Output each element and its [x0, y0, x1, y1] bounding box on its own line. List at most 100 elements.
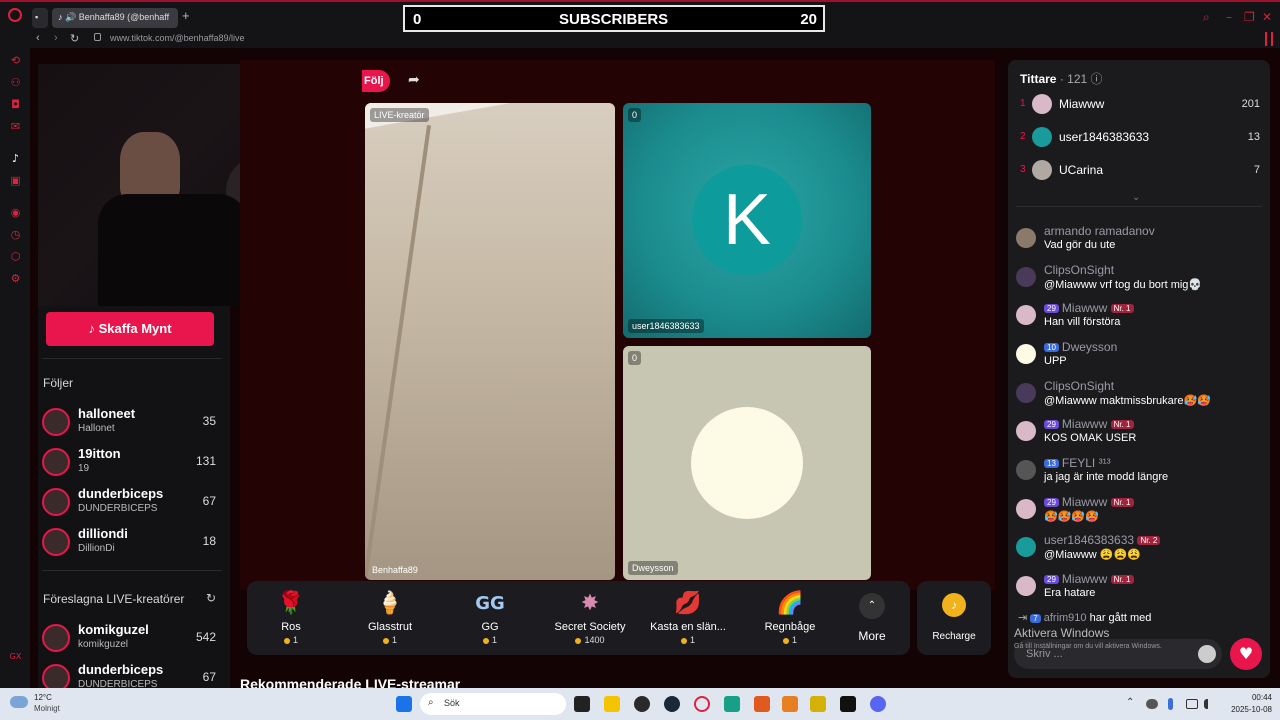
player-icon[interactable]: ◉ [9, 206, 22, 219]
lips-icon: 💋 [674, 591, 702, 616]
viewer-row[interactable]: 2 user1846383633 13 [1020, 127, 1260, 149]
more-gifts-button[interactable]: ⌃ More [847, 589, 897, 643]
tab-previous[interactable]: ▪ [32, 8, 48, 28]
app-icon[interactable] [840, 696, 856, 712]
following-item[interactable]: dilliondi DillionDi 18 [42, 526, 220, 562]
app-icon[interactable] [782, 696, 798, 712]
taskbar-clock[interactable]: 00:44 2025-10-08 [1226, 693, 1272, 714]
chat-input[interactable]: Skriv ... [1014, 639, 1222, 669]
gmail-icon[interactable]: ✉ [9, 120, 22, 133]
gift-item[interactable]: 🌹 Ros 1 [246, 589, 336, 645]
windows-start-icon[interactable] [396, 696, 412, 712]
volume-icon[interactable] [1204, 699, 1216, 709]
avatar [42, 624, 70, 652]
mic-icon[interactable] [1168, 698, 1173, 710]
counter-left: 0 [413, 11, 422, 28]
gift-item[interactable]: GG GG 1 [445, 589, 535, 645]
help-icon[interactable]: ⓘ [1091, 72, 1103, 86]
avatar [1016, 460, 1036, 480]
app-icon[interactable] [724, 696, 740, 712]
file-explorer-icon[interactable] [604, 696, 620, 712]
extensions-icon[interactable]: ⬡ [9, 250, 22, 263]
avatar [1016, 537, 1036, 557]
weather-widget[interactable]: 12°C Molnigt [10, 692, 90, 716]
expand-viewers-icon[interactable]: ⌄ [1132, 192, 1140, 203]
taskbar-search[interactable]: ⌕ Sök [420, 693, 566, 715]
lock-icon [94, 33, 101, 41]
messenger-icon[interactable]: ◘ [9, 98, 22, 111]
avatar [1032, 127, 1052, 147]
discord-icon[interactable] [870, 696, 886, 712]
guest-name: user1846383633 [628, 319, 704, 333]
share-icon[interactable]: ➦ [408, 72, 420, 88]
emoji-icon[interactable] [1198, 645, 1216, 663]
following-item[interactable]: 19itton 19 131 [42, 446, 220, 482]
gift-item[interactable]: ✸ Secret Society 1400 [545, 589, 635, 645]
follow-button[interactable]: Följ [362, 70, 390, 92]
new-tab-button[interactable]: + [182, 8, 190, 23]
viewer-row[interactable]: 3 UCarina 7 [1020, 160, 1260, 182]
network-icon[interactable] [1186, 699, 1198, 709]
opera-logo-icon[interactable] [8, 8, 22, 22]
following-item[interactable]: dunderbiceps DUNDERBICEPS 67 [42, 486, 220, 522]
chat-panel: Tittare · 121 ⓘ 1 Miawww 201 2 user18463836… [1008, 60, 1270, 678]
address-bar[interactable]: www.tiktok.com/@benhaffa89/live [110, 33, 245, 43]
gift-bar: 🌹 Ros 1 🍦 Glasstrut 1 GG GG 1 ✸ Secret Society 1… [247, 581, 910, 655]
sidebar-toggle-icon[interactable] [1265, 32, 1273, 46]
search-icon[interactable]: ⌕ [1203, 10, 1210, 25]
minimize-icon[interactable]: – [1226, 10, 1232, 24]
gift-item[interactable]: 🌈 Regnbåge 1 [745, 589, 835, 645]
close-icon[interactable]: ✕ [1262, 10, 1272, 24]
back-icon[interactable]: ‹ [36, 32, 40, 44]
clock-icon[interactable]: ◷ [9, 228, 22, 241]
steam-icon[interactable] [664, 696, 680, 712]
gift-item[interactable]: 🍦 Glasstrut 1 [345, 589, 435, 645]
guest-tile-1[interactable]: 0 K user1846383633 [623, 103, 871, 338]
avatar [1016, 499, 1036, 519]
following-item[interactable]: halloneet Hallonet 35 [42, 406, 220, 442]
app-icon[interactable] [754, 696, 770, 712]
get-coins-button[interactable]: ♪ Skaffa Mynt [46, 312, 214, 346]
guest-avatar [691, 407, 803, 519]
avatar [42, 528, 70, 556]
history-icon[interactable]: ⟲ [9, 54, 22, 67]
tiktok-icon[interactable]: ♪ [9, 152, 22, 165]
suggested-item[interactable]: dunderbiceps DUNDERBICEPS 67 [42, 662, 220, 688]
coin-icon: ♪ [942, 593, 966, 617]
opera-gx-icon[interactable] [694, 696, 710, 712]
xbox-icon[interactable] [634, 696, 650, 712]
person-shape [120, 132, 180, 202]
like-button[interactable]: ♥ [1230, 638, 1262, 670]
twitch-icon[interactable]: ▣ [9, 174, 22, 187]
person-body-shape [98, 194, 248, 306]
app-icon[interactable] [810, 696, 826, 712]
tab-active[interactable]: ♪ 🔊 Benhaffa89 (@benhaff [52, 8, 178, 28]
speaker-icon[interactable]: 🔊 [65, 13, 76, 23]
restore-icon[interactable]: ❐ [1244, 10, 1255, 24]
refresh-icon[interactable]: ↻ [206, 591, 216, 605]
settings-icon[interactable]: ⚙ [9, 272, 22, 285]
divider [1016, 206, 1262, 207]
guest-tile-2[interactable]: 0 Dweysson [623, 346, 871, 580]
suggested-item[interactable]: komikguzel komikguzel 542 [42, 622, 220, 658]
forward-icon[interactable]: › [54, 32, 58, 44]
tab-title: Benhaffa89 (@benhaff [78, 12, 170, 22]
recharge-button[interactable]: ♪ Recharge [917, 581, 991, 655]
search-icon: ⌕ [428, 697, 434, 708]
reload-icon[interactable]: ↻ [70, 32, 79, 45]
tray-chevron-icon[interactable]: ⌃ [1126, 697, 1134, 708]
ice-cream-icon: 🍦 [376, 591, 404, 616]
onedrive-icon[interactable] [1146, 699, 1158, 709]
gg-icon: GG [475, 593, 505, 614]
tiktok-favicon-icon: ♪ [58, 12, 63, 22]
host-video[interactable]: LIVE-kreatör Benhaffa89 [365, 103, 615, 580]
avatar [1016, 344, 1036, 364]
gx-icon[interactable]: GX [9, 650, 22, 663]
task-view-icon[interactable] [574, 696, 590, 712]
guest-name: Dweysson [628, 561, 678, 575]
viewer-row[interactable]: 1 Miawww 201 [1020, 94, 1260, 116]
avatar [1016, 383, 1036, 403]
gift-item[interactable]: 💋 Kasta en slän... 1 [643, 589, 733, 645]
windows-taskbar: 12°C Molnigt ⌕ Sök ⌃ 00:44 2025-10-08 [0, 688, 1280, 720]
store-icon[interactable]: ⚇ [9, 76, 22, 89]
